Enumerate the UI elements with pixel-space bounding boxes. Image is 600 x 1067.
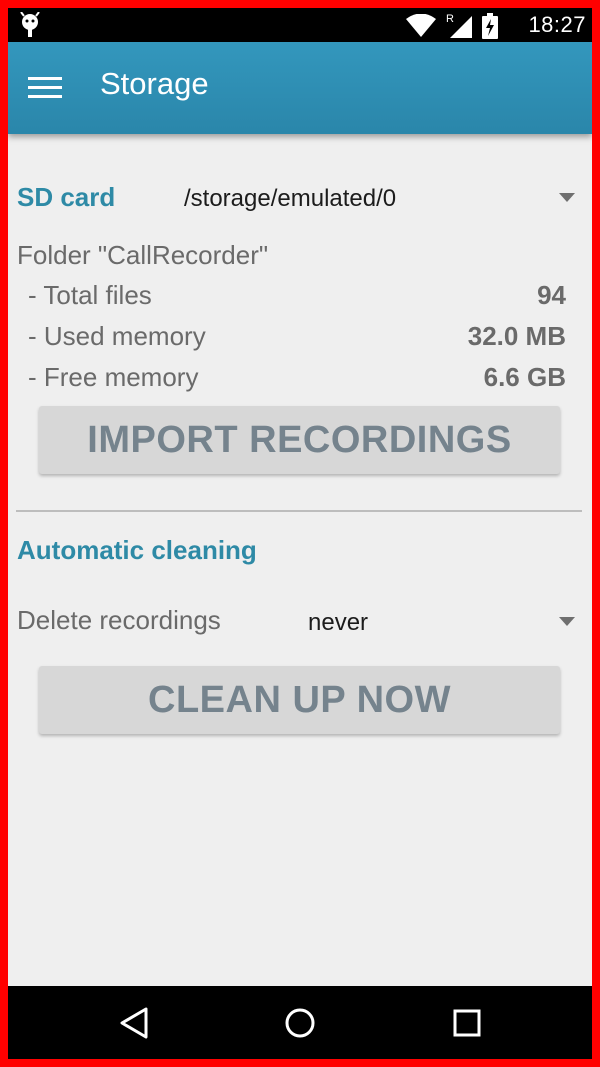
cell-signal-icon: R (446, 13, 472, 38)
section-divider (16, 510, 582, 512)
import-recordings-button[interactable]: IMPORT RECORDINGS (39, 406, 560, 474)
recents-square-icon[interactable] (450, 1006, 484, 1040)
dropdown-arrow-icon (559, 193, 575, 202)
sd-card-path-spinner[interactable]: /storage/emulated/0 (178, 174, 583, 220)
system-nav-bar (8, 986, 592, 1059)
folder-label: Folder "CallRecorder" (17, 240, 269, 270)
home-circle-icon[interactable] (283, 1006, 317, 1040)
dropdown-arrow-icon (559, 617, 575, 626)
total-files-label: - Total files (28, 280, 152, 310)
delete-recordings-value: never (308, 609, 369, 636)
sd-card-label: SD card (17, 182, 116, 212)
wifi-icon (406, 14, 436, 37)
svg-text:R: R (446, 13, 454, 25)
delete-recordings-label: Delete recordings (17, 605, 221, 635)
free-memory-label: - Free memory (28, 362, 199, 392)
status-icons: R 18:27 (392, 8, 592, 42)
free-memory-value: 6.6 GB (483, 362, 566, 392)
status-time: 18:27 (528, 12, 586, 37)
used-memory-label: - Used memory (28, 321, 206, 351)
automatic-cleaning-label: Automatic cleaning (17, 535, 257, 565)
storage-content: SD card /storage/emulated/0 Folder "Call… (8, 134, 592, 986)
sd-card-path-value: /storage/emulated/0 (184, 185, 397, 212)
used-memory-value: 32.0 MB (467, 321, 566, 351)
total-files-value: 94 (537, 280, 566, 310)
back-triangle-icon[interactable] (117, 1006, 151, 1040)
android-debug-icon (20, 12, 40, 37)
page-title: Storage (100, 66, 209, 101)
status-bar: R 18:27 (8, 8, 592, 42)
device-frame: R 18:27 Storage SD card /storage/emulate… (0, 0, 600, 1067)
delete-recordings-spinner[interactable]: never (302, 597, 583, 643)
hamburger-menu-icon[interactable] (28, 73, 64, 103)
battery-charging-icon (482, 13, 498, 39)
clean-up-now-button[interactable]: CLEAN UP NOW (39, 666, 560, 734)
app-toolbar: Storage (8, 42, 592, 134)
